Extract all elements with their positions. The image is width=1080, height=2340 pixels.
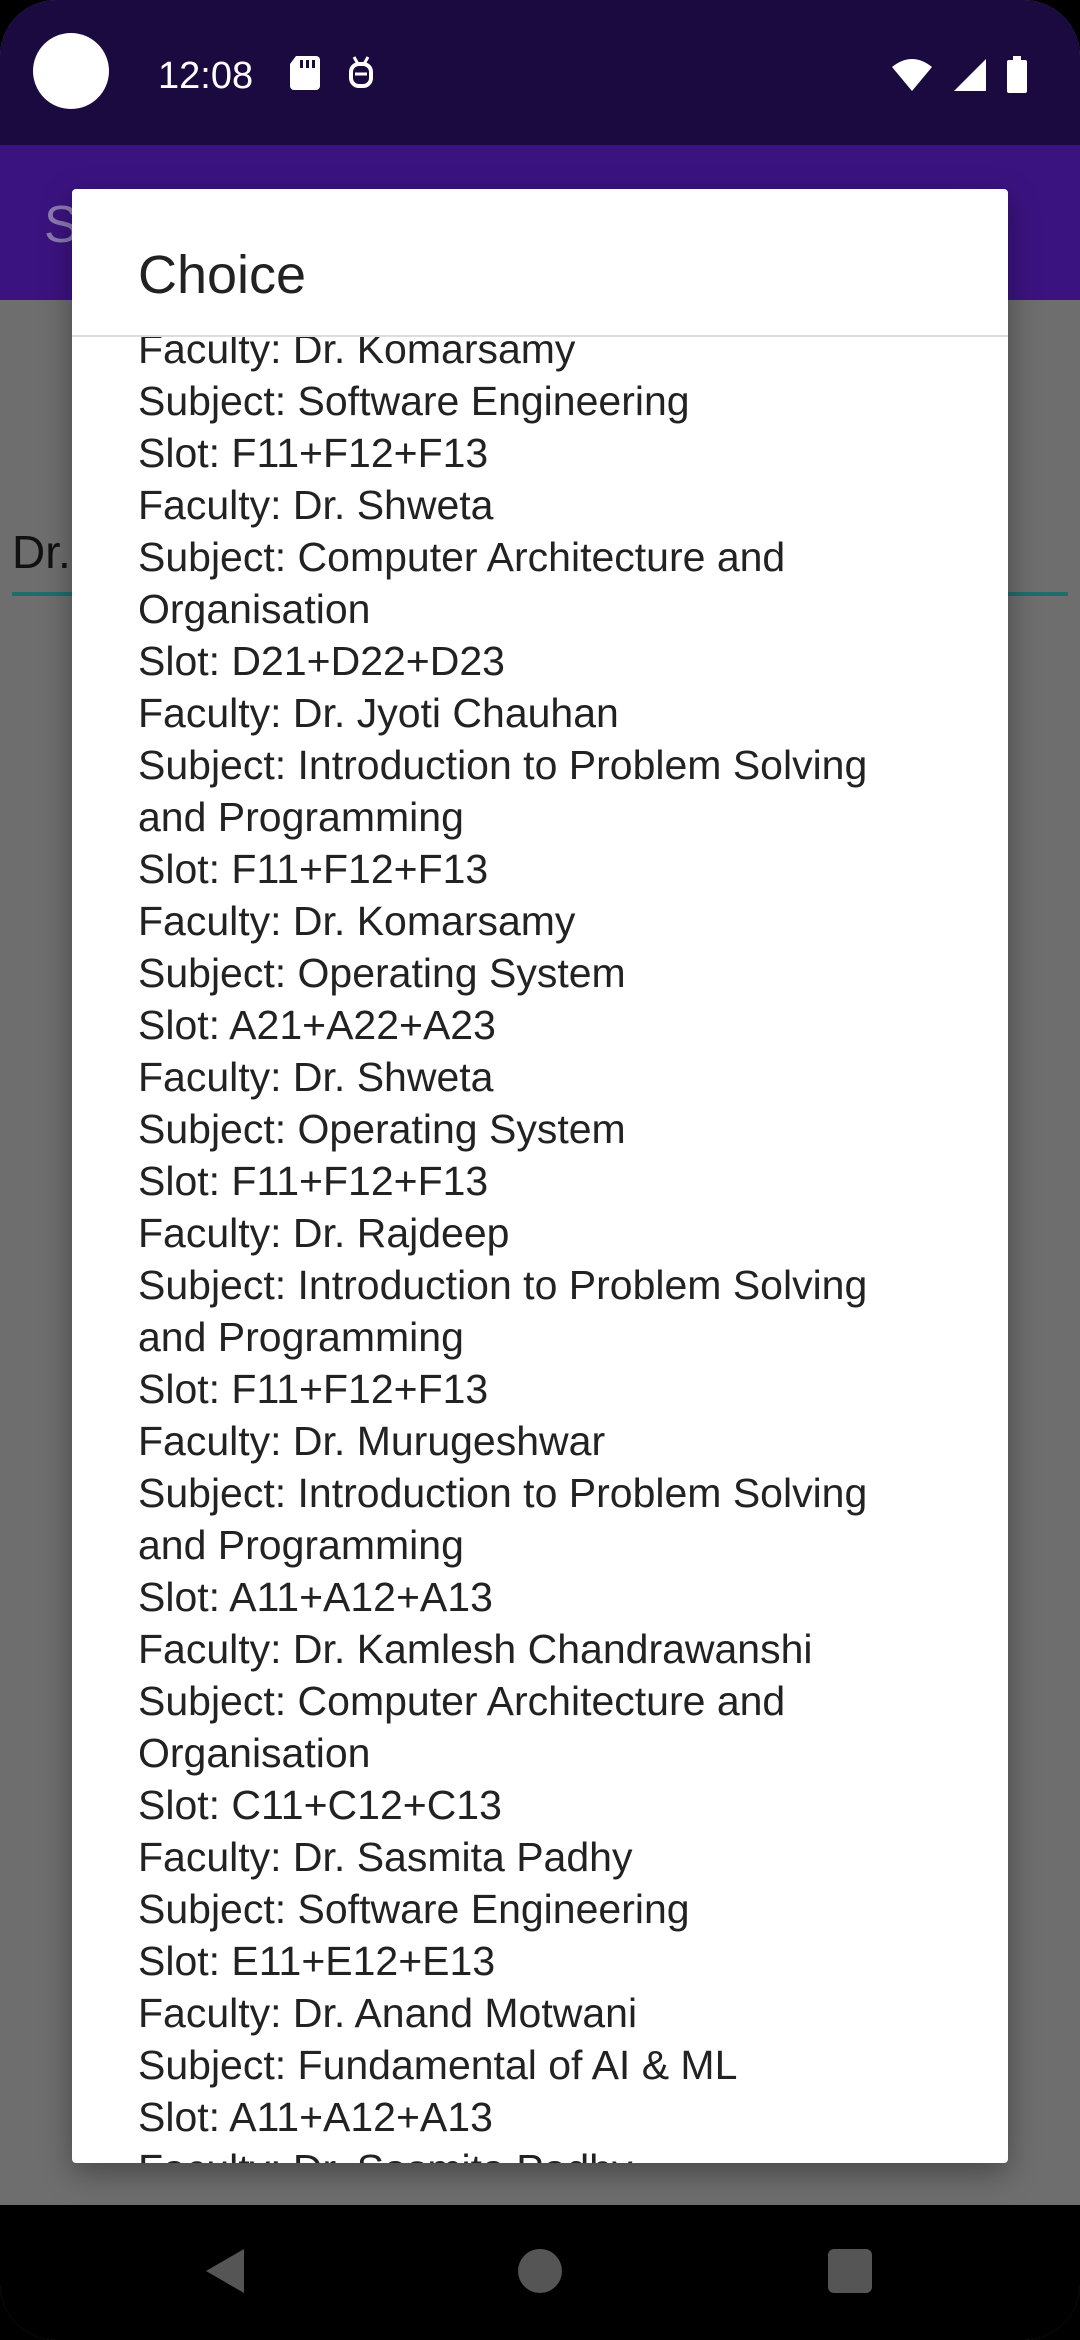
choice-list-line: Subject: Introduction to Problem Solving xyxy=(138,1262,868,1308)
navigation-bar xyxy=(0,2205,1080,2340)
choice-list-line: Slot: E11+E12+E13 xyxy=(138,1938,496,1984)
choice-list-line: and Programming xyxy=(138,1314,464,1360)
dialog-title: Choice xyxy=(138,245,307,305)
camera-cutout xyxy=(33,33,109,109)
choice-list-line: Faculty: Dr. Kamlesh Chandrawanshi xyxy=(138,1626,813,1672)
choice-list-line: Subject: Computer Architecture and xyxy=(138,534,786,580)
phone-screen: 12:08 S Dr. Choice Faculty: Dr. Komarsam… xyxy=(0,0,1080,2340)
choice-list-line: Faculty: Dr. Rajdeep xyxy=(138,1210,510,1256)
choice-list-line: Organisation xyxy=(138,586,371,632)
choice-list-line: Slot: A21+A22+A23 xyxy=(138,1002,496,1048)
choice-list-line: Slot: F11+F12+F13 xyxy=(138,846,489,892)
recents-icon[interactable] xyxy=(828,2249,872,2293)
choice-list-line: Subject: Operating System xyxy=(138,950,626,996)
choice-list: Faculty: Dr. Komarsamy Subject: Software … xyxy=(138,337,1008,2163)
choice-list-line: Faculty: Dr. Sasmita Padhy xyxy=(138,2143,1008,2163)
choice-list-line: and Programming xyxy=(138,1522,464,1568)
choice-list-line: Faculty: Dr. Shweta xyxy=(138,1054,494,1100)
choice-list-line: Slot: A11+A12+A13 xyxy=(138,1574,493,1620)
choice-list-line: Subject: Operating System xyxy=(138,1106,626,1152)
choice-list-line: Faculty: Dr. Shweta xyxy=(138,482,494,528)
status-time: 12:08 xyxy=(158,55,254,97)
choice-list-line: Faculty: Dr. Anand Motwani xyxy=(138,1990,638,2036)
home-icon[interactable] xyxy=(518,2249,562,2293)
choice-list-line: Subject: Computer Architecture and xyxy=(138,1678,786,1724)
choice-list-line: Subject: Software Engineering xyxy=(138,378,690,424)
sd-card-icon xyxy=(290,56,320,90)
choice-list-line: Organisation xyxy=(138,1730,371,1776)
choice-list-line: Faculty: Dr. Jyoti Chauhan xyxy=(138,690,619,736)
choice-list-line: Slot: F11+F12+F13 xyxy=(138,1366,489,1412)
choice-list-line: Slot: F11+F12+F13 xyxy=(138,1158,489,1204)
choice-list-line: Slot: F11+F12+F13 xyxy=(138,430,489,476)
choice-list-line: Faculty: Dr. Komarsamy xyxy=(138,337,576,372)
choice-list-line: Faculty: Dr. Sasmita Padhy xyxy=(138,1834,633,1880)
wifi-icon xyxy=(892,59,932,91)
choice-list-line: Subject: Introduction to Problem Solving xyxy=(138,742,868,788)
choice-list-line: Slot: C11+C12+C13 xyxy=(138,1782,502,1828)
back-icon[interactable] xyxy=(200,2245,250,2297)
choice-list-line: Subject: Fundamental of AI & ML xyxy=(138,2042,738,2088)
dialog-scroll-body[interactable]: Faculty: Dr. Komarsamy Subject: Software … xyxy=(72,337,1008,2163)
battery-icon xyxy=(1007,56,1027,93)
status-bar: 12:08 xyxy=(0,0,1080,145)
choice-list-line: Slot: D21+D22+D23 xyxy=(138,638,505,684)
choice-list-line: Subject: Software Engineering xyxy=(138,1886,690,1932)
choice-list-line: and Programming xyxy=(138,794,464,840)
background-text-field: Dr. xyxy=(12,526,71,578)
debug-icon xyxy=(349,56,373,88)
choice-dialog: Choice Faculty: Dr. Komarsamy Subject: So… xyxy=(72,189,1008,2163)
signal-icon xyxy=(954,59,986,91)
choice-list-line: Subject: Introduction to Problem Solving xyxy=(138,1470,868,1516)
choice-list-line: Slot: A11+A12+A13 xyxy=(138,2094,493,2140)
choice-list-line: Faculty: Dr. Komarsamy xyxy=(138,898,576,944)
choice-list-line: Faculty: Dr. Murugeshwar xyxy=(138,1418,606,1464)
